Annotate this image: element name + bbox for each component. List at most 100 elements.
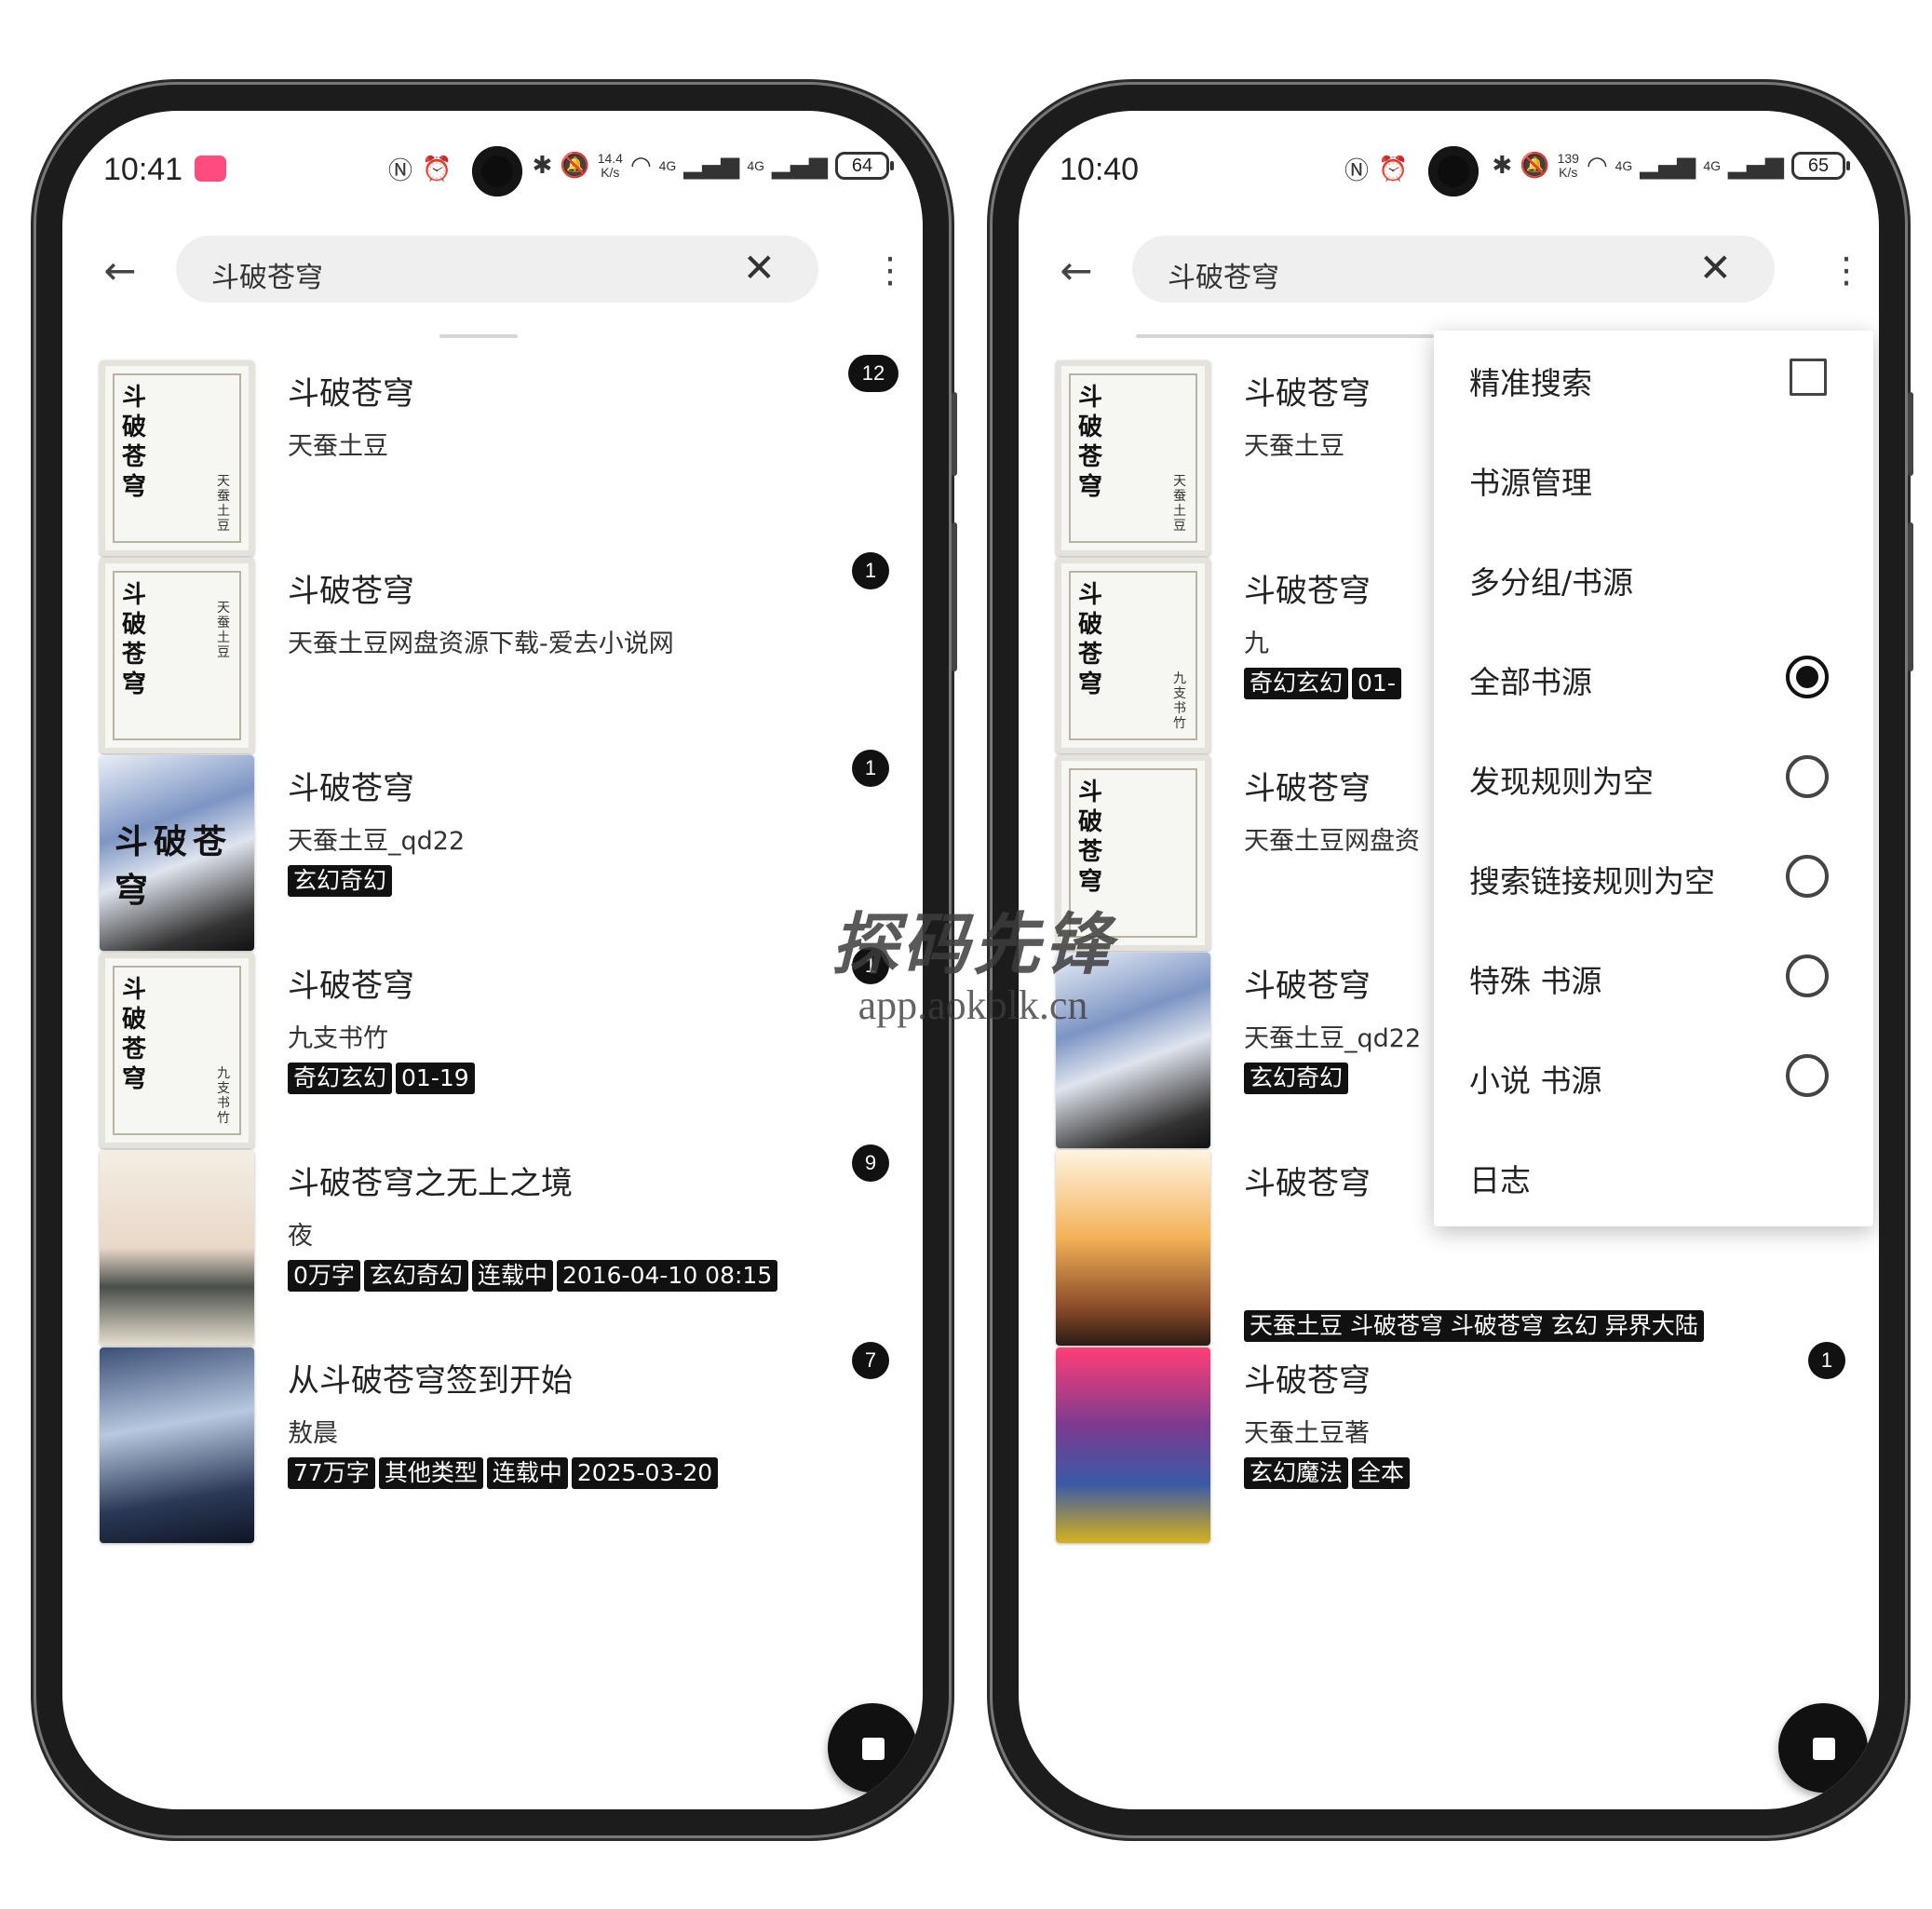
more-menu-icon[interactable]: ⋮ bbox=[872, 247, 908, 293]
list-item[interactable]: 斗破苍穹 斗破苍穹 天蚕土豆_qd22 玄幻奇幻 1 bbox=[62, 750, 923, 973]
book-title: 从斗破苍穹签到开始 bbox=[288, 1362, 573, 1400]
source-count-badge: 1 bbox=[852, 552, 889, 589]
book-tags: 玄幻奇幻 bbox=[288, 865, 393, 897]
menu-item-precise-search[interactable]: 精准搜索 bbox=[1434, 331, 1873, 430]
screen-left: 10:41 Ⓝ ⏰ ✱ 🔕 14.4 K/s ◠ 4G ▂▄▆ 4G ▂▄▆ 6… bbox=[62, 111, 923, 1809]
watermark: 探码先锋 app.aokblk.cn bbox=[819, 889, 1127, 1029]
signal-icon: ▂▄▆ bbox=[683, 152, 740, 180]
back-arrow-icon[interactable]: ← bbox=[1056, 250, 1097, 291]
radio-icon[interactable] bbox=[1786, 855, 1829, 898]
radio-selected-icon[interactable] bbox=[1786, 656, 1829, 698]
front-camera bbox=[472, 146, 522, 196]
tag-kind: 奇幻玄幻 bbox=[288, 1063, 393, 1094]
menu-item-log[interactable]: 日志 bbox=[1434, 1128, 1873, 1227]
tag-update: 01-19 bbox=[396, 1063, 475, 1094]
wifi-icon: ◠ bbox=[629, 152, 652, 180]
book-tags: 奇幻玄幻 01-19 bbox=[288, 1063, 475, 1094]
search-input[interactable]: 斗破苍穹 ✕ bbox=[1132, 236, 1775, 303]
book-author: 天蚕土豆_qd22 bbox=[288, 827, 466, 856]
tag-status: 连载中 bbox=[486, 1457, 568, 1489]
search-toolbar: ← 斗破苍穹 ✕ ⋮ bbox=[1019, 228, 1879, 312]
screen-right: 10:40 Ⓝ ⏰ ✱ 🔕 139 K/s ◠ 4G ▂▄▆ 4G ▂▄▆ 65 bbox=[1019, 111, 1879, 1809]
checkbox-icon[interactable] bbox=[1790, 359, 1827, 396]
search-toolbar: ← 斗破苍穹 ✕ ⋮ bbox=[62, 228, 923, 312]
net-speed: 139 K/s bbox=[1557, 151, 1579, 180]
list-item[interactable]: 斗破苍穹 天蚕土豆著 玄幻魔法 全本 1 bbox=[1019, 1342, 1879, 1565]
search-progress-bar bbox=[439, 334, 518, 338]
list-item[interactable]: 斗破苍穹 天蚕土豆 斗破苍穹 天蚕土豆 12 bbox=[62, 355, 923, 578]
book-title: 斗破苍穹 bbox=[1244, 968, 1371, 1005]
mute-icon: 🔕 bbox=[560, 152, 590, 180]
mute-icon: 🔕 bbox=[1520, 152, 1550, 180]
tag-update: 01- bbox=[1352, 668, 1401, 699]
menu-item-multi-group[interactable]: 多分组/书源 bbox=[1434, 530, 1873, 630]
source-count-badge: 1 bbox=[852, 750, 889, 787]
book-title: 斗破苍穹 bbox=[1244, 573, 1371, 610]
book-cover: 斗破苍穹 天蚕土豆 bbox=[100, 360, 254, 556]
clear-icon[interactable]: ✕ bbox=[743, 247, 776, 290]
tag-update: 2025-03-20 bbox=[571, 1457, 719, 1489]
front-camera bbox=[1428, 146, 1479, 196]
book-author: 天蚕土豆 bbox=[288, 432, 388, 461]
book-title: 斗破苍穹 bbox=[288, 573, 414, 610]
search-progress-bar bbox=[1136, 334, 1434, 338]
book-tags: 0万字 玄幻奇幻 连载中 2016-04-10 08:15 bbox=[288, 1260, 778, 1292]
menu-item-explore-empty[interactable]: 发现规则为空 bbox=[1434, 729, 1873, 829]
menu-item-special-sources[interactable]: 特殊 书源 bbox=[1434, 928, 1873, 1028]
power-button bbox=[1908, 522, 1913, 671]
volume-button bbox=[952, 392, 957, 476]
list-item[interactable]: 斗破苍穹 九支书竹 斗破苍穹 九支书竹 奇幻玄幻 01-19 1 bbox=[62, 947, 923, 1171]
net-type-2: 4G bbox=[747, 157, 764, 173]
tag-update: 2016-04-10 08:15 bbox=[556, 1260, 778, 1292]
book-cover: 斗破苍穹 九支书竹 bbox=[100, 953, 254, 1148]
source-count-badge: 7 bbox=[852, 1342, 889, 1379]
back-arrow-icon[interactable]: ← bbox=[100, 250, 141, 291]
signal-icon-2: ▂▄▆ bbox=[772, 152, 828, 180]
phone-left: 10:41 Ⓝ ⏰ ✱ 🔕 14.4 K/s ◠ 4G ▂▄▆ 4G ▂▄▆ 6… bbox=[36, 85, 957, 1835]
book-author: 天蚕土豆网盘资源下载-爱去小说网 bbox=[288, 630, 674, 658]
radio-icon[interactable] bbox=[1786, 1054, 1829, 1097]
stop-search-button[interactable] bbox=[1778, 1703, 1868, 1793]
clear-icon[interactable]: ✕ bbox=[1699, 247, 1732, 290]
book-title: 斗破苍穹 bbox=[1244, 375, 1371, 413]
tag-kind: 其他类型 bbox=[378, 1457, 483, 1489]
net-type-1: 4G bbox=[658, 157, 677, 173]
battery-icon: 65 bbox=[1791, 152, 1850, 180]
tag-status: 连载中 bbox=[471, 1260, 553, 1292]
menu-item-all-sources[interactable]: 全部书源 bbox=[1434, 630, 1873, 729]
tag-kind: 玄幻奇幻 bbox=[1244, 1063, 1349, 1094]
book-tags: 奇幻玄幻 01- bbox=[1244, 668, 1401, 699]
book-tags: 天蚕土豆 斗破苍穹 斗破苍穹 玄幻 异界大陆 bbox=[1244, 1310, 1704, 1342]
stop-search-button[interactable] bbox=[828, 1703, 917, 1793]
book-cover: 斗破苍穹 九支书竹 bbox=[1056, 558, 1210, 753]
list-item[interactable]: 斗破苍穹 天蚕土豆 斗破苍穹 天蚕土豆网盘资源下载-爱去小说网 1 bbox=[62, 552, 923, 776]
net-type-2: 4G bbox=[1703, 157, 1721, 173]
tag-words: 0万字 bbox=[288, 1260, 360, 1292]
book-tags: 77万字 其他类型 连载中 2025-03-20 bbox=[288, 1457, 719, 1489]
more-menu-icon[interactable]: ⋮ bbox=[1829, 247, 1864, 293]
overflow-menu: 精准搜索 书源管理 多分组/书源 全部书源 发现规则为空 搜索链接规则为空 特殊… bbox=[1434, 331, 1873, 1226]
book-cover bbox=[1056, 1150, 1210, 1346]
book-title: 斗破苍穹 bbox=[1244, 1165, 1371, 1202]
net-type-1: 4G bbox=[1615, 157, 1633, 173]
menu-item-novel-sources[interactable]: 小说 书源 bbox=[1434, 1028, 1873, 1128]
list-item[interactable]: 斗破苍穹之无上之境 夜 0万字 玄幻奇幻 连载中 2016-04-10 08:1… bbox=[62, 1144, 923, 1368]
tag-kind: 玄幻魔法 bbox=[1244, 1457, 1349, 1489]
search-input[interactable]: 斗破苍穹 ✕ bbox=[176, 236, 818, 303]
volume-button bbox=[1908, 392, 1913, 476]
list-item[interactable]: 从斗破苍穹签到开始 敖晨 77万字 其他类型 连载中 2025-03-20 7 bbox=[62, 1342, 923, 1565]
tag-status: 全本 bbox=[1352, 1457, 1411, 1489]
tag-kind: 玄幻奇幻 bbox=[363, 1260, 468, 1292]
menu-item-source-manage[interactable]: 书源管理 bbox=[1434, 430, 1873, 530]
book-author: 天蚕土豆著 bbox=[1244, 1419, 1370, 1448]
bluetooth-icon: ✱ bbox=[532, 152, 553, 180]
radio-icon[interactable] bbox=[1786, 755, 1829, 798]
menu-item-search-url-empty[interactable]: 搜索链接规则为空 bbox=[1434, 829, 1873, 928]
book-author: 夜 bbox=[288, 1222, 313, 1251]
alarm-icon: ⏰ bbox=[422, 155, 453, 183]
book-author: 天蚕土豆_qd22 bbox=[1244, 1024, 1422, 1053]
radio-icon[interactable] bbox=[1786, 954, 1829, 997]
book-tags: 玄幻魔法 全本 bbox=[1244, 1457, 1411, 1489]
book-author: 九 bbox=[1244, 630, 1269, 658]
source-count-badge: 9 bbox=[852, 1144, 889, 1182]
